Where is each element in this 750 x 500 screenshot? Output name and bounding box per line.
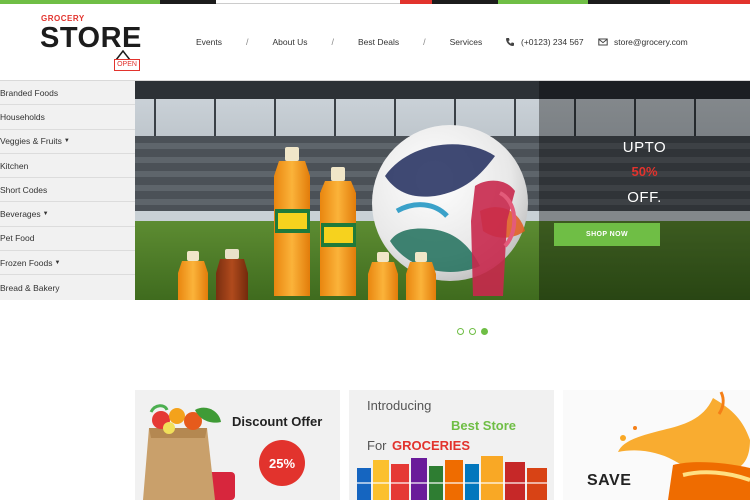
contact-email: store@grocery.com: [598, 37, 688, 47]
sidebar-item-label: Branded Foods: [0, 87, 59, 98]
phone-number[interactable]: (+0123) 234 567: [521, 37, 584, 47]
nav-separator: /: [246, 37, 249, 47]
caret-down-icon: ▼: [42, 211, 49, 218]
sidebar-item-branded-foods[interactable]: Branded Foods: [0, 81, 135, 106]
sidebar-item-beverages[interactable]: Beverages ▼: [0, 202, 135, 227]
slider-dot-3[interactable]: [481, 328, 488, 335]
envelope-icon: [598, 38, 608, 46]
sidebar-item-frozen-foods[interactable]: Frozen Foods ▼: [0, 251, 135, 276]
nav-separator: /: [423, 37, 426, 47]
sidebar-item-label: Veggies & Fruits: [0, 136, 62, 147]
introducing-banner[interactable]: Introducing Best Store For GROCERIES: [349, 390, 554, 500]
discount-badge: 25%: [259, 440, 305, 486]
hero-promo: UPTO 50% OFF. SHOP NOW: [539, 81, 750, 300]
grocery-products-image: [357, 456, 547, 500]
nav-best-deals[interactable]: Best Deals: [358, 37, 399, 47]
sidebar-item-bread-bakery[interactable]: Bread & Bakery: [0, 275, 135, 299]
phone-icon: [506, 38, 514, 46]
nav-about-us[interactable]: About Us: [273, 37, 308, 47]
caret-down-icon: ▼: [54, 259, 61, 266]
sidebar-item-label: Pet Food: [0, 233, 35, 244]
site-header: GROCERY STORE OPEN Events / About Us / B…: [0, 4, 750, 80]
nav-events[interactable]: Events: [196, 37, 222, 47]
shop-now-button[interactable]: SHOP NOW: [554, 223, 660, 246]
sidebar-item-households[interactable]: Households: [0, 105, 135, 130]
sidebar-item-label: Bread & Bakery: [0, 282, 60, 293]
sidebar-item-veggies-fruits[interactable]: Veggies & Fruits ▼: [0, 130, 135, 154]
sidebar-item-pet-food[interactable]: Pet Food: [0, 227, 135, 252]
promo-upto-text: UPTO: [622, 139, 667, 156]
logo-open-tag: OPEN: [114, 59, 140, 71]
save-title: SAVE: [587, 472, 632, 489]
store-logo[interactable]: GROCERY STORE OPEN: [40, 14, 150, 76]
slider-dot-2[interactable]: [469, 328, 476, 335]
save-banner[interactable]: SAVE: [563, 390, 750, 500]
grocery-bag-image: [143, 404, 235, 500]
promo-percent-text: 50%: [631, 164, 658, 179]
email-address[interactable]: store@grocery.com: [614, 37, 688, 47]
sidebar-item-label: Households: [0, 111, 45, 122]
sidebar-item-label: Frozen Foods: [0, 257, 53, 268]
hero-slider: UPTO 50% OFF. SHOP NOW: [135, 81, 750, 300]
caret-down-icon: ▼: [63, 138, 70, 145]
main-nav: Events / About Us / Best Deals / Service…: [196, 34, 482, 50]
contact-phone: (+0123) 234 567: [505, 37, 584, 47]
sidebar-item-kitchen[interactable]: Kitchen: [0, 154, 135, 179]
promo-off-text: OFF.: [627, 189, 662, 206]
sidebar-item-label: Short Codes: [0, 184, 48, 195]
slider-pagination: [457, 328, 493, 335]
nav-separator: /: [331, 37, 334, 47]
slider-dot-1[interactable]: [457, 328, 464, 335]
sidebar-item-label: Kitchen: [0, 160, 29, 171]
discount-offer-title: Discount Offer: [232, 414, 323, 429]
sidebar-item-short-codes[interactable]: Short Codes: [0, 178, 135, 203]
nav-services[interactable]: Services: [450, 37, 483, 47]
sidebar-item-label: Beverages: [0, 209, 41, 220]
category-sidebar: Branded Foods Households Veggies & Fruit…: [0, 81, 135, 300]
discount-offer-banner[interactable]: Discount Offer 25%: [135, 390, 340, 500]
